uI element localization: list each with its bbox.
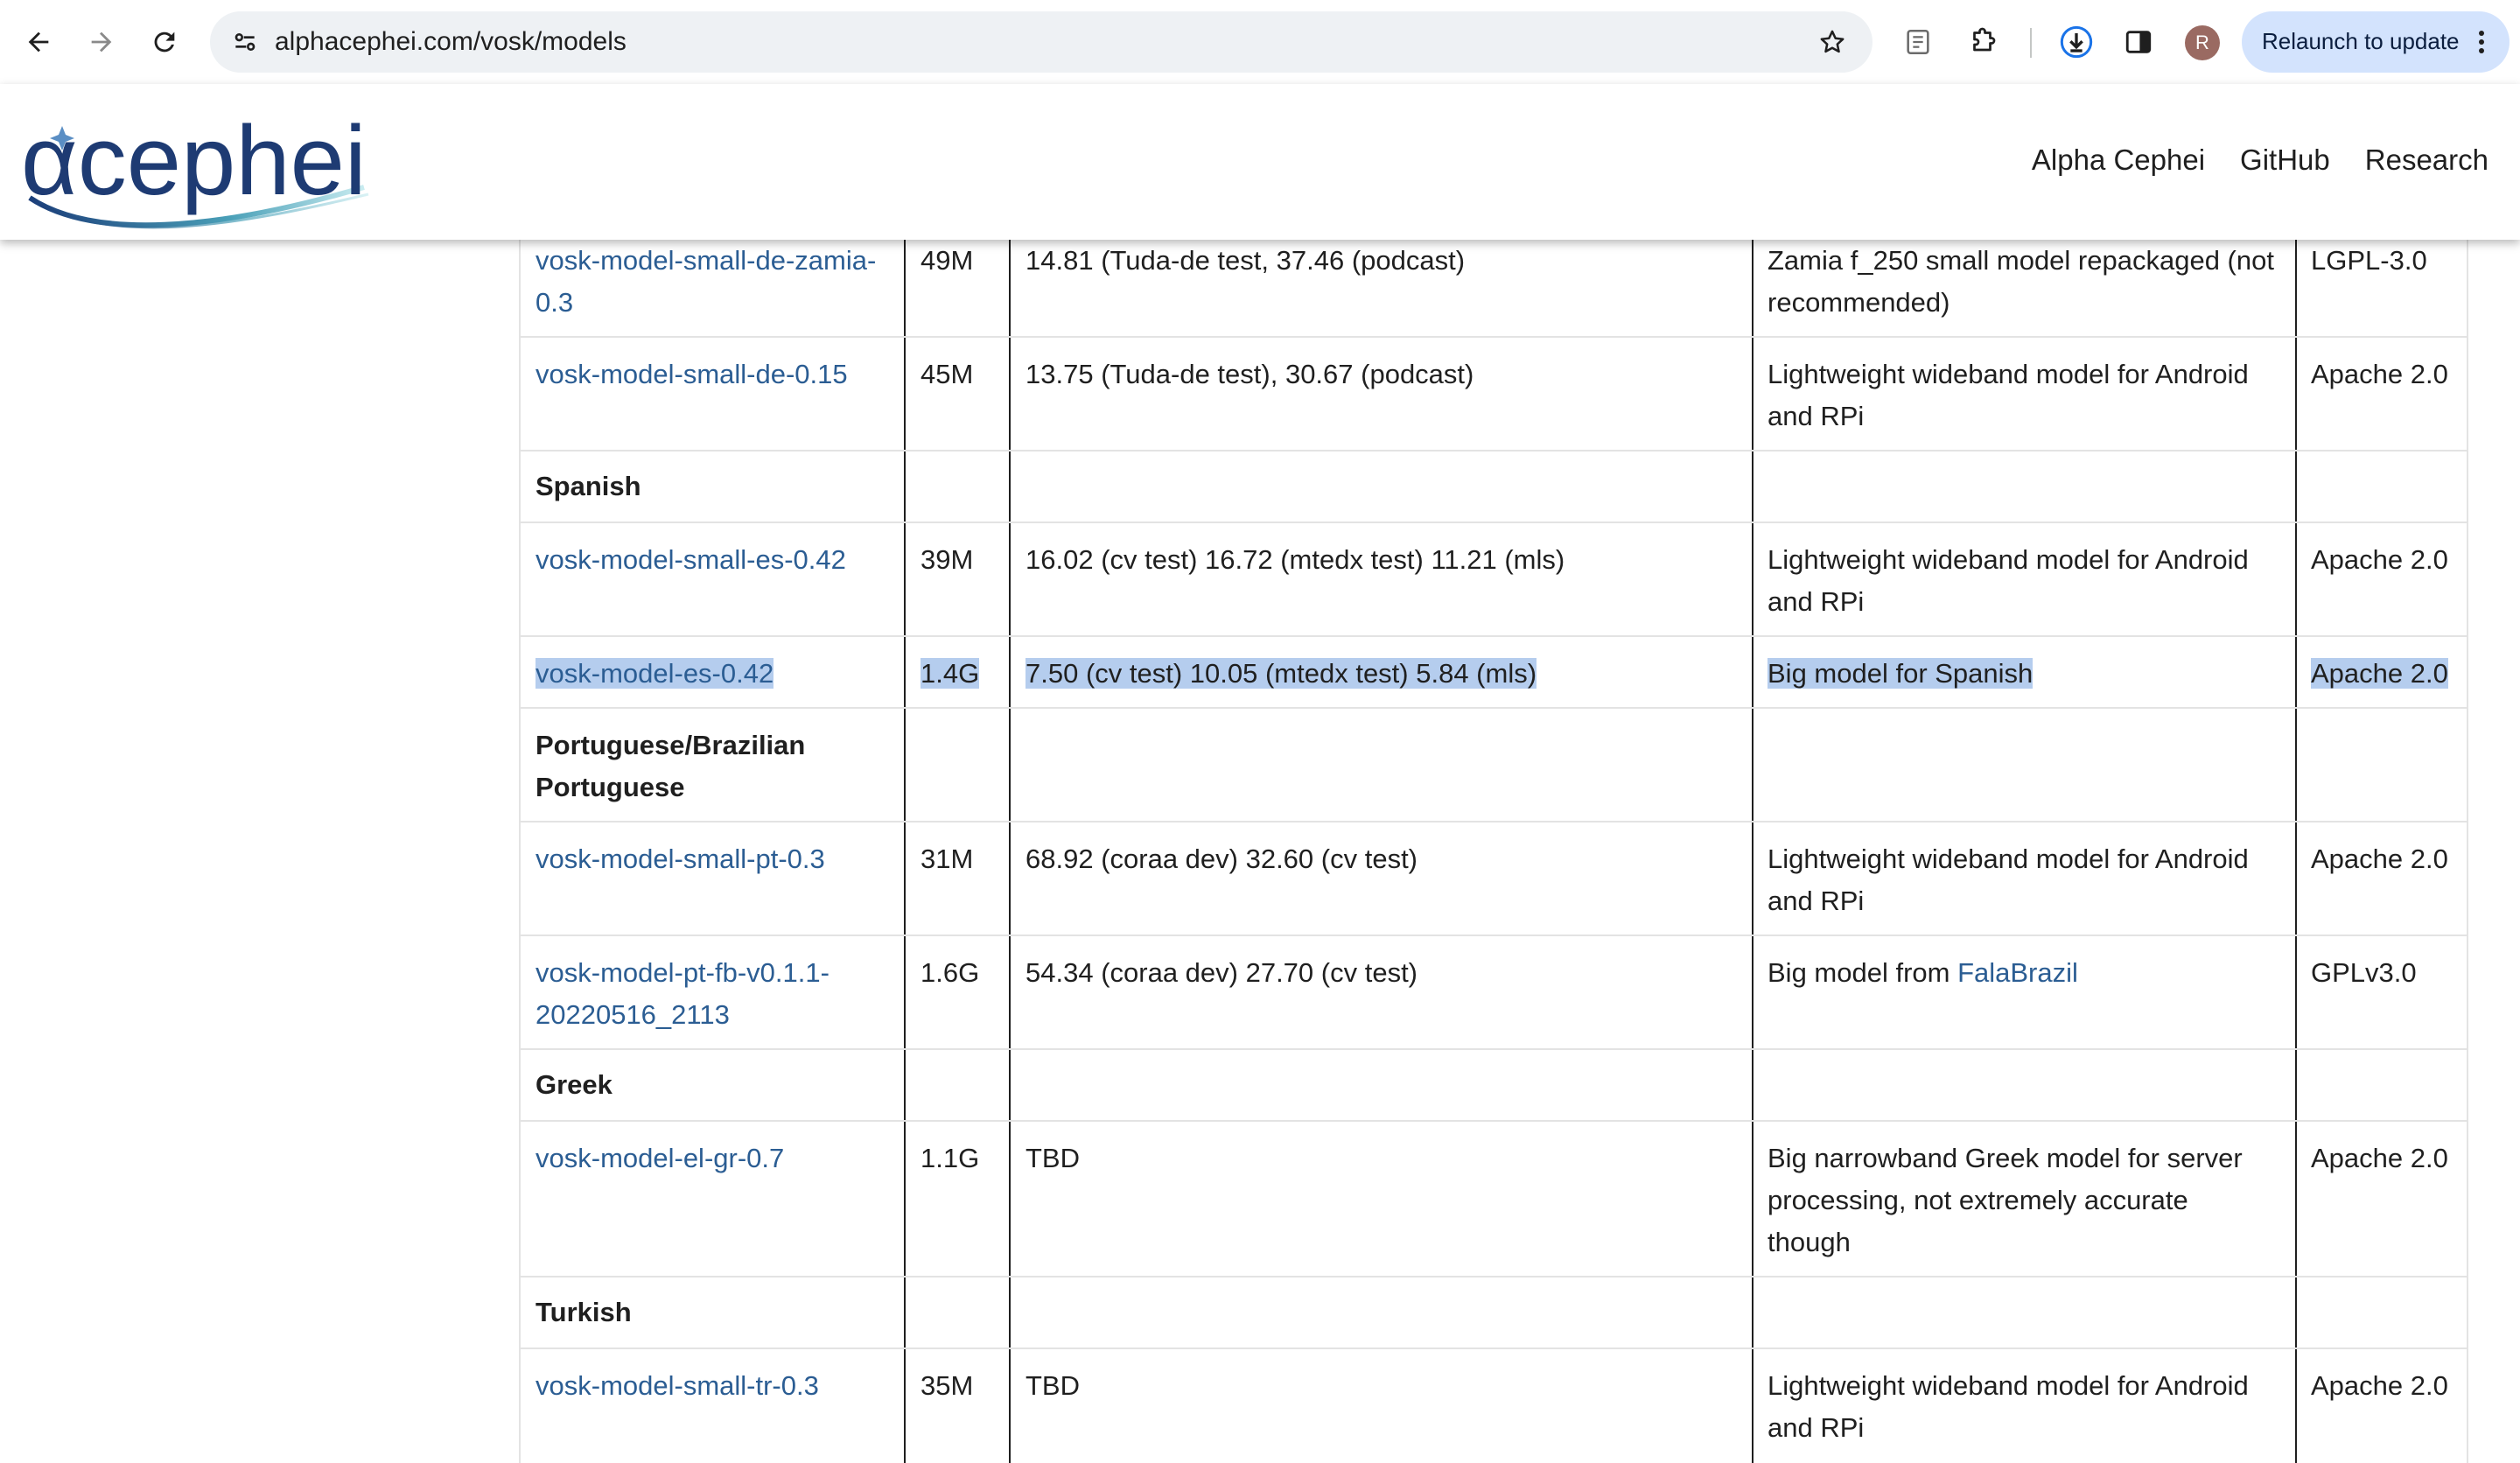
svg-text:αcephei: αcephei [21, 106, 367, 215]
model-size: 49M [920, 245, 974, 276]
models-table: vosk-model-small-de-zamia-0.3 49M 14.81 … [0, 240, 2520, 1463]
row-divider [521, 1348, 2468, 1349]
model-license: Apache 2.0 [2311, 544, 2448, 575]
model-link[interactable]: vosk-model-small-de-zamia-0.3 [536, 245, 876, 318]
model-link[interactable]: vosk-model-es-0.42 [536, 658, 774, 689]
relaunch-label: Relaunch to update [2262, 28, 2460, 54]
model-notes: Big narrowband Greek model for server pr… [1768, 1143, 2243, 1257]
model-wer: 7.50 (cv test) 10.05 (mtedx test) 5.84 (… [1026, 658, 1537, 689]
forward-button[interactable] [80, 21, 122, 63]
model-link[interactable]: vosk-model-small-tr-0.3 [536, 1370, 819, 1401]
reading-mode-icon[interactable] [1897, 21, 1939, 63]
model-size: 35M [920, 1370, 974, 1401]
site-settings-icon[interactable] [224, 21, 266, 63]
row-divider [521, 707, 2468, 709]
falabrazil-link[interactable]: FalaBrazil [1957, 957, 2078, 988]
profile-avatar[interactable]: R [2185, 25, 2220, 60]
model-link[interactable]: vosk-model-pt-fb-v0.1.1-20220516_2113 [536, 957, 830, 1030]
download-icon[interactable] [2055, 21, 2097, 63]
model-wer: TBD [1026, 1370, 1080, 1401]
nav-link-alpha-cephei[interactable]: Alpha Cephei [2032, 144, 2205, 177]
model-notes: Lightweight wideband model for Android a… [1768, 544, 2249, 617]
row-divider [521, 821, 2468, 822]
relaunch-to-update-button[interactable]: Relaunch to update [2242, 11, 2510, 73]
model-license: Apache 2.0 [2311, 1143, 2448, 1173]
nav-link-github[interactable]: GitHub [2240, 144, 2330, 177]
row-divider [521, 450, 2468, 452]
browser-toolbar: alphacephei.com/vosk/models R Relaunch t… [0, 0, 2520, 85]
extensions-puzzle-icon[interactable] [1963, 21, 2005, 63]
model-notes: Lightweight wideband model for Android a… [1768, 844, 2249, 916]
column-border [1752, 240, 1754, 1463]
model-size: 1.1G [920, 1143, 980, 1173]
row-divider [521, 336, 2468, 338]
more-menu-icon[interactable] [2471, 22, 2492, 62]
column-border [1009, 240, 1011, 1463]
model-link[interactable]: vosk-model-small-de-0.15 [536, 359, 848, 389]
row-divider [521, 1120, 2468, 1122]
bookmark-star-icon[interactable] [1811, 21, 1853, 63]
model-size: 39M [920, 544, 974, 575]
model-wer: 54.34 (coraa dev) 27.70 (cv test) [1026, 957, 1418, 988]
model-notes: Lightweight wideband model for Android a… [1768, 359, 2249, 431]
back-arrow-icon [28, 32, 49, 52]
forward-arrow-icon [91, 32, 112, 52]
model-wer: 16.02 (cv test) 16.72 (mtedx test) 11.21… [1026, 544, 1565, 575]
model-link[interactable]: vosk-model-small-pt-0.3 [536, 844, 825, 874]
table-border-right [2467, 240, 2468, 1463]
model-notes: Lightweight wideband model for Android a… [1768, 1370, 2249, 1443]
model-size: 45M [920, 359, 974, 389]
url-text[interactable]: alphacephei.com/vosk/models [275, 27, 626, 57]
model-wer: 68.92 (coraa dev) 32.60 (cv test) [1026, 844, 1418, 874]
row-divider [521, 1048, 2468, 1050]
reload-icon [154, 32, 175, 52]
row-divider [521, 522, 2468, 523]
model-notes: Big model for Spanish [1768, 658, 2034, 689]
back-button[interactable] [18, 21, 60, 63]
toolbar-divider [2030, 28, 2032, 58]
side-panel-icon[interactable] [2118, 21, 2160, 63]
model-license: Apache 2.0 [2311, 658, 2448, 689]
nav-link-research[interactable]: Research [2365, 144, 2488, 177]
model-license: LGPL-3.0 [2311, 245, 2427, 276]
model-license: GPLv3.0 [2311, 957, 2417, 988]
column-border [2295, 240, 2297, 1463]
model-license: Apache 2.0 [2311, 844, 2448, 874]
site-header: αcephei Alpha Cephei GitHub Research [0, 84, 2520, 240]
language-heading: Spanish [536, 471, 641, 501]
language-heading: Turkish [536, 1297, 632, 1327]
model-size: 1.4G [920, 658, 980, 689]
language-heading: Portuguese/Brazilian Portuguese [536, 730, 806, 802]
row-divider [521, 934, 2468, 936]
model-wer: 13.75 (Tuda-de test), 30.67 (podcast) [1026, 359, 1474, 389]
alphacephei-logo[interactable]: αcephei [14, 100, 382, 231]
site-nav: Alpha Cephei GitHub Research [2032, 144, 2488, 177]
row-divider [521, 635, 2468, 637]
model-license: Apache 2.0 [2311, 1370, 2448, 1401]
notes-prefix: Big model from [1768, 957, 1958, 988]
model-size: 1.6G [920, 957, 980, 988]
model-size: 31M [920, 844, 974, 874]
model-license: Apache 2.0 [2311, 359, 2448, 389]
model-link[interactable]: vosk-model-el-gr-0.7 [536, 1143, 784, 1173]
row-divider [521, 1276, 2468, 1278]
model-wer: TBD [1026, 1143, 1080, 1173]
column-border [904, 240, 906, 1463]
model-wer: 14.81 (Tuda-de test, 37.46 (podcast) [1026, 245, 1466, 276]
table-border-left [519, 240, 521, 1463]
model-notes: Big model from FalaBrazil [1768, 952, 2275, 994]
model-link[interactable]: vosk-model-small-es-0.42 [536, 544, 846, 575]
address-bar[interactable]: alphacephei.com/vosk/models [210, 11, 1872, 73]
model-notes: Zamia f_250 small model repackaged (not … [1768, 245, 2274, 318]
language-heading: Greek [536, 1069, 612, 1100]
reload-button[interactable] [144, 21, 186, 63]
